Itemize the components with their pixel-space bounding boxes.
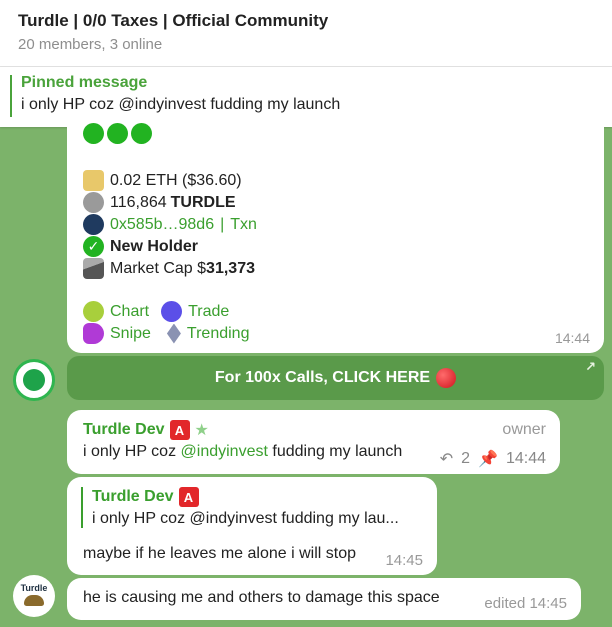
message-time: edited 14:45 [484, 595, 567, 612]
mountain-icon [83, 258, 104, 279]
avatar-label: Turdle [20, 583, 48, 593]
check-icon: ✓ [83, 236, 104, 257]
calls-button[interactable]: For 100x Calls, CLICK HERE ↗ [67, 356, 604, 400]
message-bubble[interactable]: Turdle Dev A ★ owner i only HP coz @indy… [67, 410, 560, 474]
links-row-1: Chart Trade [83, 301, 229, 322]
market-cap-value: 31,373 [206, 259, 255, 277]
message-meta: ↶ 2 📌 14:44 [440, 449, 546, 469]
separator: | [220, 215, 225, 233]
bot-avatar-icon [23, 369, 45, 391]
trade-link[interactable]: Trade [161, 301, 229, 322]
trade-icon [161, 301, 183, 322]
chart-bars-icon [83, 214, 104, 235]
dex-icon [83, 301, 104, 322]
quote-author: Turdle Dev A [92, 487, 399, 507]
red-circle-icon [436, 368, 457, 388]
author-name[interactable]: Turdle Dev A ★ [83, 420, 209, 440]
eth-amount: 0.02 ETH ($36.60) [110, 171, 242, 189]
chart-link[interactable]: Chart [83, 301, 149, 322]
txn-link[interactable]: Txn [230, 216, 257, 234]
quote-text: i only HP coz @indyinvest fudding my lau… [92, 510, 399, 527]
eth-line: 0.02 ETH ($36.60) [83, 170, 242, 191]
green-circles [83, 123, 152, 147]
mention-link[interactable]: @indyinvest [181, 443, 268, 460]
pinned-indicator [10, 75, 12, 117]
wallet-address-link[interactable]: 0x585b…98d6 [110, 216, 214, 234]
token-symbol: TURDLE [170, 193, 236, 211]
pin-icon: 📌 [478, 451, 498, 468]
message-bubble[interactable]: Turdle Dev A i only HP coz @indyinvest f… [67, 477, 437, 575]
ethereum-icon [166, 323, 181, 344]
market-cap-label: Market Cap $ [110, 259, 207, 277]
token-amount: 116,864 [110, 193, 167, 211]
star-icon: ★ [194, 422, 209, 439]
coin-icon [83, 192, 104, 213]
token-line: 116,864 TURDLE [83, 192, 236, 213]
trending-link[interactable]: Trending [166, 323, 249, 344]
external-link-icon: ↗ [585, 359, 596, 374]
bot-avatar[interactable] [13, 359, 55, 401]
message-bubble[interactable]: he is causing me and others to damage th… [67, 578, 581, 620]
mcap-line: Market Cap $31,373 [83, 258, 255, 279]
pinned-message-bar[interactable]: Pinned message i only HP coz @indyinvest… [0, 67, 612, 127]
reply-quote[interactable]: Turdle Dev A i only HP coz @indyinvest f… [81, 487, 399, 528]
red-a-badge-icon: A [178, 487, 199, 507]
pinned-label: Pinned message [21, 74, 148, 91]
calls-button-label: For 100x Calls, CLICK HERE [214, 369, 431, 386]
message-time: 14:44 [505, 450, 546, 467]
member-count: 20 members, 3 online [18, 36, 163, 53]
links-row-2: Snipe Trending [83, 323, 249, 344]
money-icon [83, 170, 104, 191]
message-text: maybe if he leaves me alone i will stop [83, 545, 357, 562]
green-circle-icon [83, 123, 104, 144]
unicorn-icon [83, 323, 104, 344]
user-avatar[interactable]: Turdle [13, 575, 55, 617]
new-holder-label: New Holder [110, 237, 199, 255]
message-text: he is causing me and others to damage th… [83, 589, 440, 606]
buy-alert-message: 0.02 ETH ($36.60) 116,864 TURDLE 0x585b…… [67, 123, 604, 353]
address-line: 0x585b…98d6 | Txn [83, 214, 257, 235]
reply-count[interactable]: 2 [461, 450, 470, 468]
green-circle-icon [131, 123, 152, 144]
snipe-link[interactable]: Snipe [83, 323, 151, 344]
owner-label: owner [502, 421, 546, 438]
turtle-icon [24, 595, 44, 606]
message-time: 14:44 [554, 330, 590, 346]
chat-header[interactable]: Turdle | 0/0 Taxes | Official Community … [0, 0, 612, 67]
pinned-text: i only HP coz @indyinvest fudding my lau… [21, 96, 341, 113]
green-circle-icon [107, 123, 128, 144]
red-a-badge-icon: A [169, 420, 190, 440]
message-text: i only HP coz @indyinvest fudding my lau… [83, 443, 403, 460]
reply-arrow-icon: ↶ [439, 451, 454, 468]
chat-title: Turdle | 0/0 Taxes | Official Community [18, 11, 329, 30]
message-time: 14:45 [385, 552, 423, 569]
holder-line: ✓ New Holder [83, 236, 198, 257]
